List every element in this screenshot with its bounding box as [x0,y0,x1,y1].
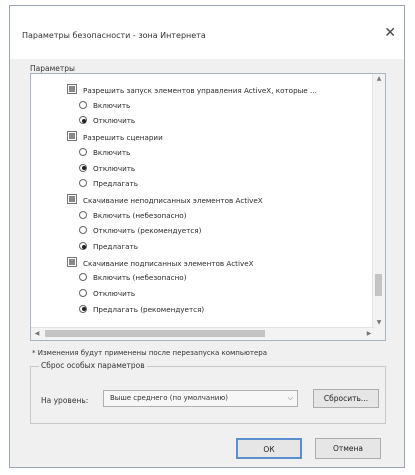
category-checkbox-icon [67,256,77,267]
option-label: Включить (небезопасно) [93,210,187,220]
settings-option[interactable]: Предлагать (рекомендуется) [79,304,204,316]
option-label: Скачивание неподписанных элементов Activ… [83,195,263,205]
scroll-corner [373,328,385,340]
radio-checked-icon[interactable] [79,163,87,172]
radio-checked-icon[interactable] [79,304,87,313]
settings-option[interactable]: Отключить [79,163,135,175]
settings-option[interactable]: Включить (небезопасно) [79,210,187,222]
option-label: Предлагать [93,242,138,251]
chevron-down-icon: ⌵ [287,394,293,402]
radio-unchecked-icon[interactable] [79,147,87,156]
level-label: На уровень: [41,396,89,405]
reset-group-label: Сброс особых параметров [39,361,147,370]
radio-unchecked-icon[interactable] [79,273,87,282]
settings-option[interactable]: Предлагать [79,241,138,253]
option-label: Отключить (рекомендуется) [93,226,202,236]
category-checkbox-icon [67,84,77,94]
scroll-left-icon[interactable]: ◀ [32,328,42,340]
settings-option[interactable]: Отключить [79,115,135,127]
restart-note: * Изменения будут применены после переза… [32,349,268,357]
dialog-title: Параметры безопасности - зона Интернета [22,31,206,40]
reset-button[interactable]: Сбросить... [313,389,379,408]
option-label: Включить [93,100,131,110]
close-icon[interactable]: ✕ [384,26,396,40]
cancel-button[interactable]: Отмена [315,438,381,459]
level-dropdown[interactable]: Выше среднего (по умолчанию) ⌵ [103,390,298,407]
settings-category: Разрешить сценарии [67,131,163,143]
reset-group: Сброс особых параметров На уровень: Выше… [30,361,386,424]
category-checkbox-icon [67,131,77,142]
level-dropdown-value: Выше среднего (по умолчанию) [110,394,228,402]
option-label: Отключить [93,289,136,299]
horizontal-scroll-thumb[interactable] [45,330,265,337]
radio-unchecked-icon[interactable] [79,226,87,235]
security-settings-dialog: Параметры безопасности - зона Интернета … [9,5,405,468]
settings-option[interactable]: Отключить (рекомендуется) [79,225,201,237]
radio-unchecked-icon[interactable] [79,289,87,298]
vertical-scrollbar[interactable]: ▲ ▼ [372,74,385,328]
horizontal-scrollbar[interactable]: ◀ ▶ [31,327,375,340]
option-label: Разрешить запуск элементов управления Ac… [83,86,317,95]
option-label: Предлагать (рекомендуется) [93,304,205,314]
option-label: Отключить [93,163,136,173]
settings-list[interactable]: Разрешить запуск элементов управления Ac… [30,73,386,341]
settings-option[interactable]: Отключить [79,288,135,300]
option-label: Скачивание подписанных элементов ActiveX [83,258,254,268]
radio-unchecked-icon[interactable] [79,179,87,188]
title-bar: Параметры безопасности - зона Интернета … [10,6,404,59]
radio-unchecked-icon[interactable] [79,210,87,219]
settings-option[interactable]: Включить [79,100,130,112]
option-label: Предлагать [93,179,138,189]
settings-option[interactable]: Включить [79,147,130,159]
settings-category: Скачивание подписанных элементов ActiveX [67,256,254,269]
radio-unchecked-icon[interactable] [79,100,87,109]
vertical-scroll-thumb[interactable] [375,274,382,296]
radio-checked-icon[interactable] [79,116,87,125]
radio-checked-icon[interactable] [79,242,87,250]
settings-category: Скачивание неподписанных элементов Activ… [67,193,263,206]
scroll-up-icon[interactable]: ▲ [373,74,385,84]
settings-option[interactable]: Предлагать [79,178,138,190]
settings-label: Параметры [30,64,75,73]
option-label: Разрешить сценарии [83,133,163,143]
option-label: Включить (небезопасно) [93,273,187,283]
category-checkbox-icon [67,193,77,204]
option-label: Включить [93,147,131,157]
option-label: Отключить [93,116,136,126]
settings-option[interactable]: Включить (небезопасно) [79,272,187,284]
settings-category: Разрешить запуск элементов управления Ac… [67,84,317,96]
ok-button[interactable]: ОК [236,438,302,459]
